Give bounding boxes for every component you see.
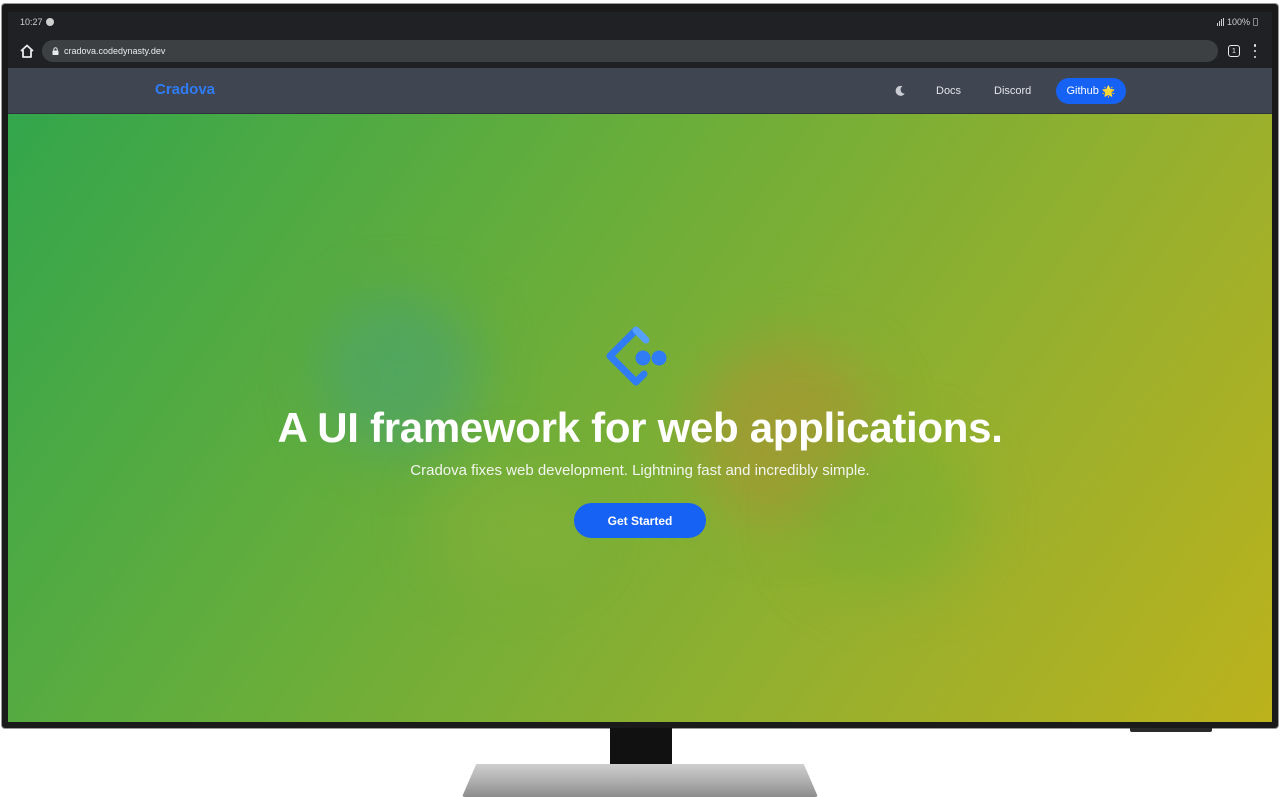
browser-toolbar: cradova.codedynasty.dev 1 bbox=[8, 34, 1272, 68]
hero-tagline: Cradova fixes web development. Lightning… bbox=[410, 462, 870, 479]
signal-icon bbox=[1216, 18, 1224, 26]
battery-icon bbox=[1253, 18, 1258, 26]
hero-section: A UI framework for web applications. Cra… bbox=[8, 114, 1272, 722]
star-icon: 🌟 bbox=[1101, 85, 1116, 98]
status-time-group: 10:27 bbox=[20, 17, 54, 27]
notification-icon bbox=[45, 18, 54, 26]
status-bar: 10:27 100% bbox=[8, 12, 1272, 34]
tab-switcher-button[interactable]: 1 bbox=[1228, 45, 1240, 57]
battery-percent: 100% bbox=[1226, 17, 1250, 27]
monitor-frame: 10:27 100% cradova.codedynasty.dev 1 Cra… bbox=[2, 4, 1278, 728]
get-started-button[interactable]: Get Started bbox=[574, 503, 706, 538]
github-button-label: Github bbox=[1066, 85, 1099, 97]
nav-link-docs[interactable]: Docs bbox=[936, 85, 961, 97]
site-navbar: Cradova Docs Discord Github 🌟 bbox=[8, 68, 1272, 114]
browser-menu-icon[interactable] bbox=[1252, 44, 1258, 58]
nav-link-discord[interactable]: Discord bbox=[994, 85, 1031, 97]
address-bar[interactable]: cradova.codedynasty.dev bbox=[42, 40, 1218, 62]
status-indicators: 100% bbox=[1216, 17, 1258, 27]
monitor-indicator bbox=[1130, 728, 1212, 732]
tab-count: 1 bbox=[1232, 47, 1236, 55]
status-time: 10:27 bbox=[20, 17, 43, 27]
brand-logo-link[interactable]: Cradova bbox=[155, 81, 215, 98]
lock-icon bbox=[52, 47, 59, 55]
moon-icon[interactable] bbox=[893, 84, 907, 98]
hero-headline: A UI framework for web applications. bbox=[277, 404, 1003, 451]
decorative-blob bbox=[798, 434, 978, 594]
home-icon[interactable] bbox=[18, 42, 36, 60]
github-button[interactable]: Github 🌟 bbox=[1056, 78, 1126, 104]
screen: 10:27 100% cradova.codedynasty.dev 1 Cra… bbox=[8, 12, 1272, 722]
monitor-stand-neck bbox=[610, 728, 672, 768]
url-text: cradova.codedynasty.dev bbox=[64, 46, 166, 56]
decorative-blob bbox=[428, 464, 588, 584]
monitor-stand-base bbox=[462, 764, 818, 797]
cradova-logo-icon bbox=[606, 326, 667, 386]
